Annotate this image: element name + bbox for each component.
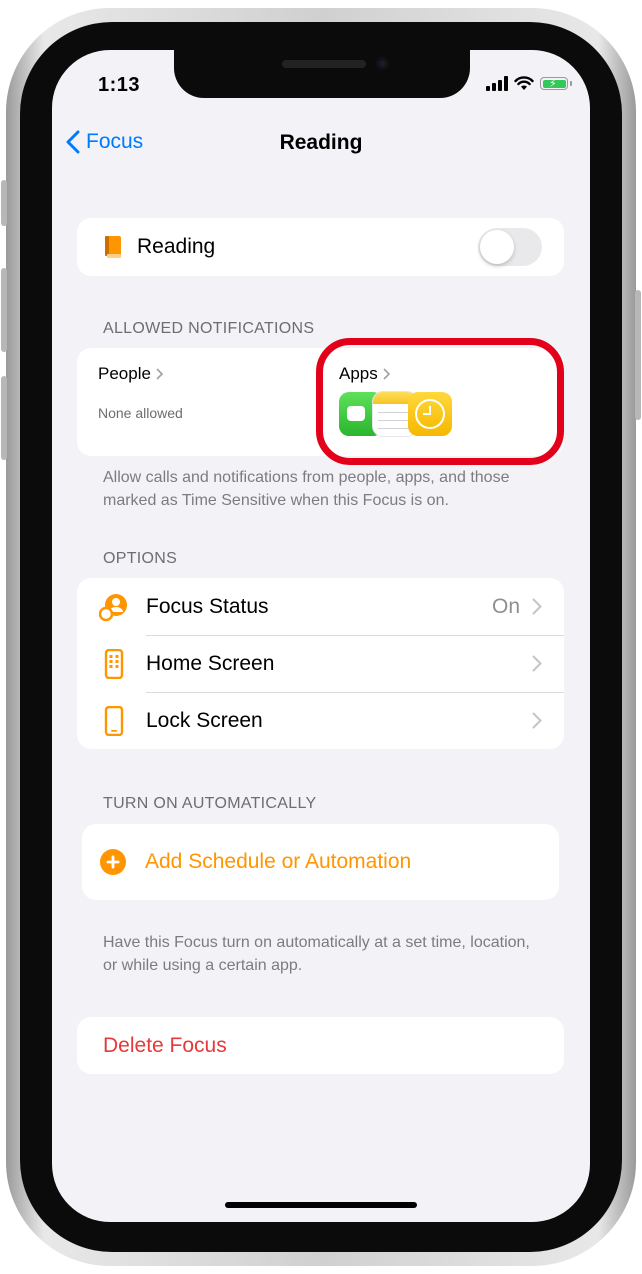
lock-screen-row[interactable]: Lock Screen [77,692,564,749]
notch [174,50,470,98]
allowed-notifications-header: ALLOWED NOTIFICATIONS [103,320,315,337]
silent-switch [1,180,7,226]
add-circle-icon [100,849,126,875]
focus-status-row[interactable]: Focus Status On [77,578,564,635]
lock-screen-label: Lock Screen [146,708,263,732]
chevron-right-icon [532,655,542,672]
cellular-signal-icon [486,76,508,91]
people-tile[interactable]: People None allowed [77,348,317,456]
focus-status-value: On [491,594,520,618]
delete-focus-label: Delete Focus [103,1034,227,1057]
volume-down-button [1,376,7,460]
chevron-right-icon [532,712,542,729]
home-screen-row[interactable]: Home Screen [77,635,564,692]
delete-focus-card[interactable]: Delete Focus [77,1017,564,1074]
volume-up-button [1,268,7,352]
focus-status-label: Focus Status [146,594,269,618]
home-screen-icon [104,649,124,679]
allowed-notifications-footer: Allow calls and notifications from peopl… [103,469,510,509]
turn-on-automatically-header: TURN ON AUTOMATICALLY [103,795,317,812]
chevron-right-icon [156,368,163,380]
options-card: Focus Status On Home Screen Lock Screen [77,578,564,749]
page-title: Reading [279,131,363,154]
focus-toggle[interactable] [478,228,542,266]
book-icon [105,236,121,258]
front-camera [376,57,389,70]
home-indicator [225,1202,417,1208]
toggle-knob [480,230,514,264]
options-header: OPTIONS [103,550,178,567]
screen: 1:13 ⚡ Focus Reading Reading ALLOWED NOT… [52,50,590,1222]
apps-highlight-annotation [316,338,564,465]
lock-screen-icon [104,706,124,736]
automation-footer: Have this Focus turn on automatically at… [103,934,530,974]
power-button [635,290,641,420]
home-screen-label: Home Screen [146,651,275,675]
people-label: People [98,364,151,383]
add-schedule-label: Add Schedule or Automation [145,850,412,873]
wifi-icon [514,76,534,90]
focus-status-icon [99,594,127,622]
add-schedule-card[interactable]: Add Schedule or Automation [82,824,559,900]
people-subtitle: None allowed [98,405,183,421]
status-time: 1:13 [98,74,141,96]
earpiece-speaker [282,60,366,68]
battery-charging-icon: ⚡ [540,77,572,90]
chevron-right-icon [532,598,542,615]
focus-toggle-card: Reading [77,218,564,276]
focus-name-label: Reading [137,235,216,258]
status-icons: ⚡ [486,76,572,91]
